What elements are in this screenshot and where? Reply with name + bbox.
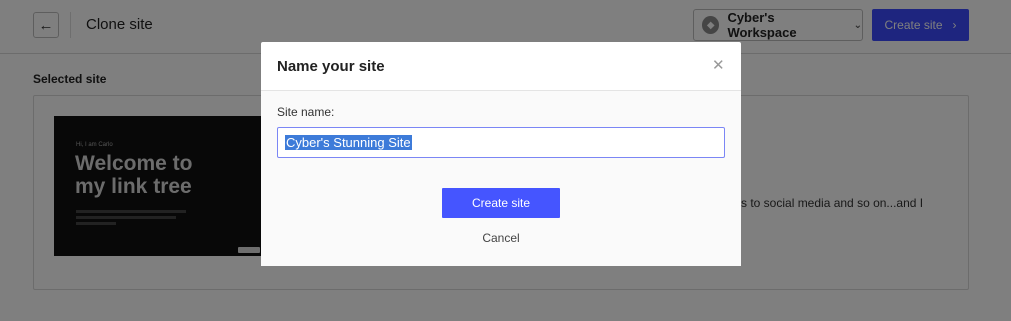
site-name-input[interactable] <box>277 127 725 158</box>
create-site-button[interactable]: Create site <box>442 188 560 218</box>
site-name-label: Site name: <box>277 105 335 119</box>
dialog-title: Name your site <box>277 58 385 75</box>
cancel-button[interactable]: Cancel <box>261 231 741 245</box>
dialog-body: Site name: Cyber's Stunning Site Create … <box>261 91 741 266</box>
close-icon[interactable]: ✕ <box>712 58 725 73</box>
name-site-dialog: Name your site ✕ Site name: Cyber's Stun… <box>261 42 741 266</box>
dialog-header: Name your site ✕ <box>261 42 741 91</box>
